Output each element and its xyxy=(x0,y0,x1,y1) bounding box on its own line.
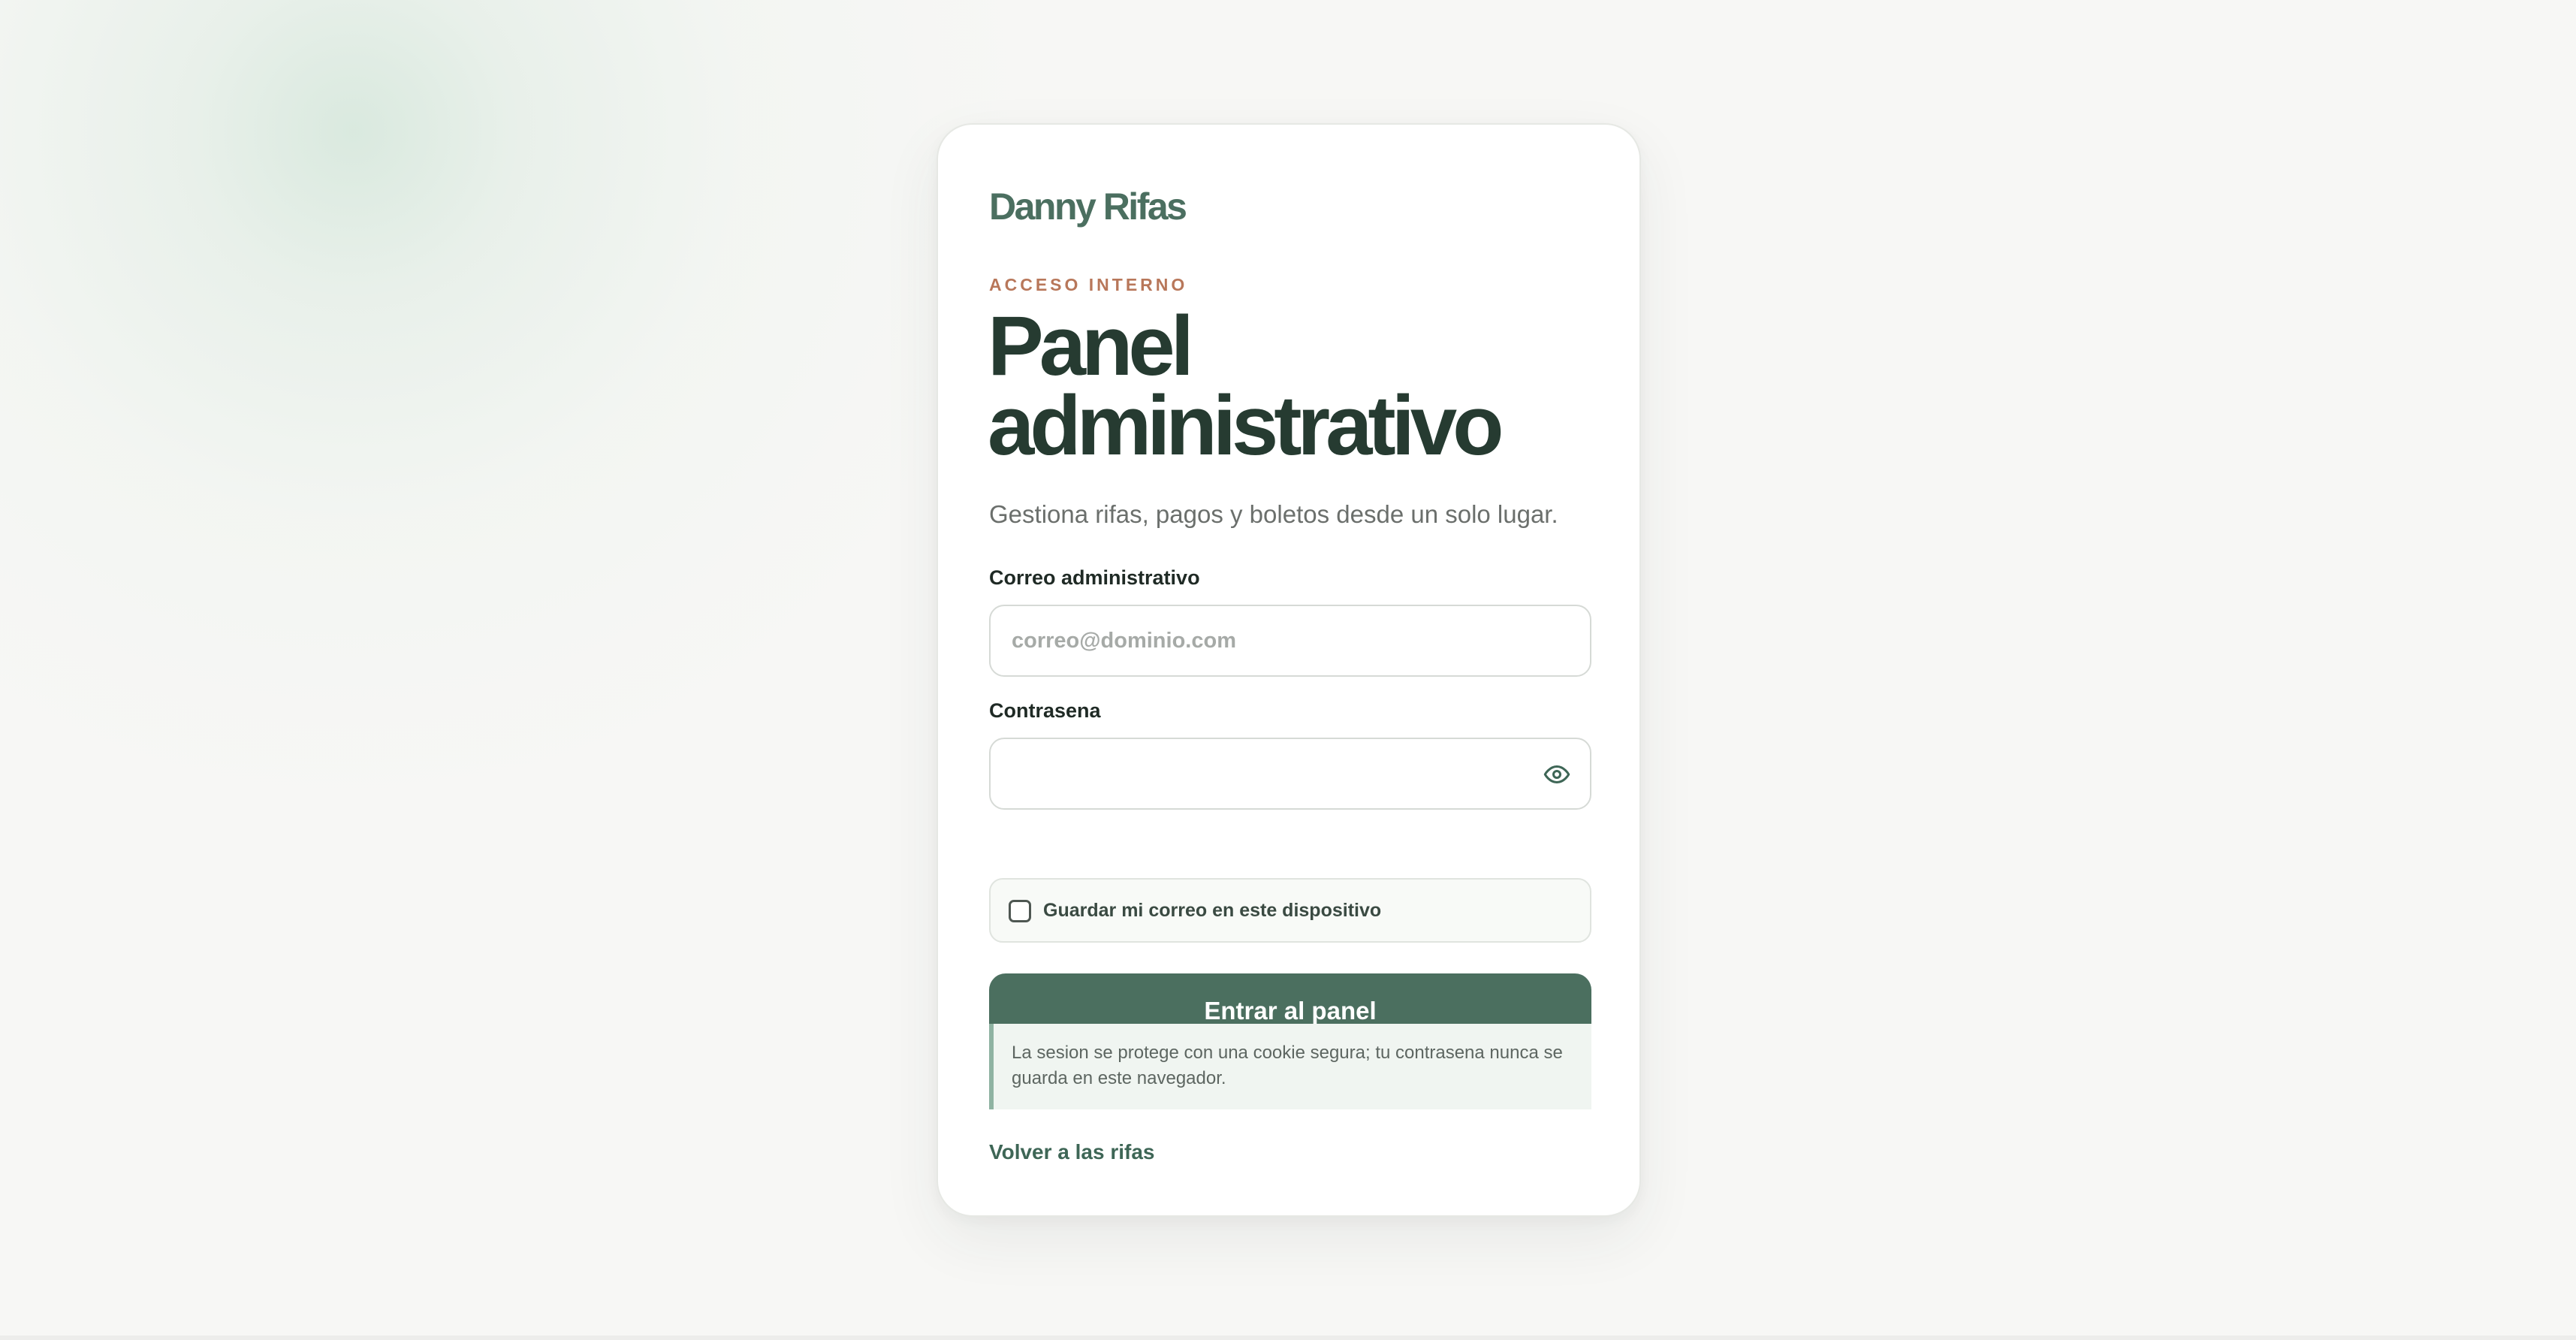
brand-logo: Danny Rifas xyxy=(989,186,1187,228)
password-input[interactable] xyxy=(991,739,1590,808)
show-password-button[interactable] xyxy=(1542,759,1572,789)
remember-email-label[interactable]: Guardar mi correo en este dispositivo xyxy=(1043,900,1381,922)
page-subtitle: Gestiona rifas, pagos y boletos desde un… xyxy=(989,500,1558,528)
security-notice: La sesion se protege con una cookie segu… xyxy=(989,1024,1591,1109)
security-notice-text: La sesion se protege con una cookie segu… xyxy=(1012,1043,1563,1088)
email-input[interactable] xyxy=(991,606,1590,675)
email-label: Correo administrativo xyxy=(989,566,1200,589)
section-eyebrow: ACCESO INTERNO xyxy=(989,275,1188,294)
page-title: Panel administrativo xyxy=(988,299,1504,472)
email-field-wrapper xyxy=(989,605,1591,677)
password-field-wrapper xyxy=(989,738,1591,810)
bottom-edge xyxy=(0,1335,2576,1340)
eye-icon xyxy=(1543,765,1570,783)
back-to-raffles-link[interactable]: Volver a las rifas xyxy=(989,1140,1155,1164)
password-label: Contrasena xyxy=(989,699,1101,722)
login-card: Danny Rifas ACCESO INTERNO Panel adminis… xyxy=(937,123,1641,1217)
remember-email-checkbox[interactable] xyxy=(1009,900,1031,922)
remember-email-option: Guardar mi correo en este dispositivo xyxy=(989,878,1591,943)
